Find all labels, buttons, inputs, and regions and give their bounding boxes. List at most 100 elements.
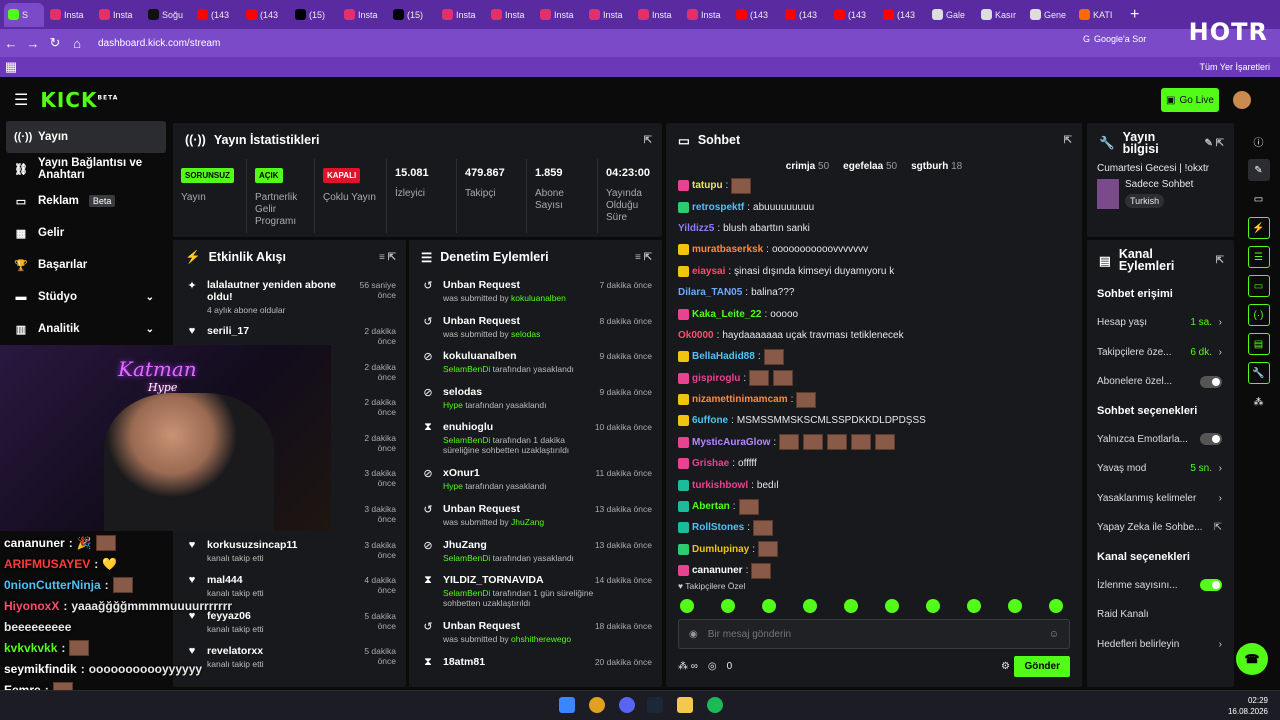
emote-icon[interactable] (1008, 599, 1022, 613)
sidebar-item[interactable]: ⛓ Yayın Bağlantısı ve Anahtarı (0, 153, 172, 185)
chat-username[interactable]: nizamettinimamcam (692, 394, 788, 405)
chat-username[interactable]: tatupu (692, 180, 723, 191)
toggle-switch[interactable] (1200, 579, 1222, 592)
sidebar-item[interactable]: ▦ Gelir (0, 217, 172, 249)
chat-username[interactable]: gispiroglu (692, 373, 740, 384)
toggle-switch[interactable] (1200, 375, 1222, 388)
chat-username[interactable]: Ok0000 (678, 330, 714, 341)
browser-tab[interactable]: Gene (1026, 3, 1073, 27)
chat-username[interactable]: RollStones (692, 522, 744, 533)
chat-username[interactable]: Dumlupinay (692, 544, 749, 555)
sidebar-item[interactable]: 🏆 Başarılar (0, 249, 172, 281)
chat-input-box[interactable]: ◉☺ (678, 619, 1070, 649)
action-item[interactable]: Yapay Zeka ile Sohbe... ⇱ (1087, 513, 1234, 543)
emote-icon[interactable] (844, 599, 858, 613)
folder-icon[interactable] (677, 697, 693, 713)
chat-rail-icon[interactable]: ▭ (1247, 275, 1270, 297)
chat-username[interactable]: BellaHadid88 (692, 351, 755, 362)
action-item[interactable]: Hedefleri belirleyin › (1087, 630, 1234, 660)
broadcast-rail-icon[interactable]: (·) (1247, 304, 1270, 326)
browser-tab[interactable]: KATI (1075, 3, 1122, 27)
emote-icon[interactable] (803, 599, 817, 613)
google-lens-button[interactable]: G Google'a Sor (1083, 34, 1146, 44)
spotify-icon[interactable] (707, 697, 723, 713)
action-item[interactable]: Hesap yaşı 1 sa. › (1087, 308, 1234, 338)
chat-username[interactable]: muratbaserksk (692, 244, 763, 255)
browser-tab[interactable]: (143 (193, 3, 240, 27)
reload-icon[interactable]: ↻ (44, 35, 66, 51)
send-button[interactable]: Gönder (1014, 655, 1070, 677)
bolt-rail-icon[interactable]: ⚡ (1247, 217, 1270, 239)
browser-tab[interactable]: Insta (95, 3, 142, 27)
toggle-switch[interactable] (1200, 433, 1222, 446)
sidebar-item[interactable]: ▬ Stüdyo ⌄ (0, 281, 172, 313)
chat-username[interactable]: eiaysai (692, 266, 725, 277)
chat-username[interactable]: retrospektf (692, 202, 744, 213)
emote-icon[interactable] (926, 599, 940, 613)
discord-icon[interactable] (619, 697, 635, 713)
browser-tab[interactable]: Soğu (144, 3, 191, 27)
apps-icon[interactable]: ▦ (0, 59, 22, 75)
browser-tab[interactable]: (143 (879, 3, 926, 27)
browser-tab[interactable]: Insta (634, 3, 681, 27)
browser-tab[interactable]: Insta (438, 3, 485, 27)
browser-tab[interactable]: Insta (683, 3, 730, 27)
browser-tab[interactable]: (143 (732, 3, 779, 27)
edit-icon[interactable]: ✎ (1247, 159, 1270, 181)
kick-logo[interactable]: KICKBETA (40, 88, 118, 112)
chat-username[interactable]: Dilara_TAN05 (678, 287, 742, 298)
chat-username[interactable]: Yildizz5 (678, 223, 714, 234)
menu-icon[interactable]: ☰ (14, 90, 28, 110)
sidebar-item[interactable]: ▥ Analitik ⌄ (0, 313, 172, 345)
browser-tab[interactable]: (15) (389, 3, 436, 27)
emote-icon[interactable] (1049, 599, 1063, 613)
action-item[interactable]: Abonelere özel... (1087, 367, 1234, 397)
filter-popout-icons[interactable]: ≡ ⇱ (379, 252, 396, 263)
url-field[interactable]: dashboard.kick.com/stream (98, 38, 220, 49)
avatar[interactable] (1233, 91, 1251, 109)
id-card-icon[interactable]: ▭ (1248, 188, 1270, 210)
emote-icon[interactable] (885, 599, 899, 613)
popout-icon[interactable]: ⇱ (1216, 255, 1224, 266)
browser-tab[interactable]: Insta (487, 3, 534, 27)
browser-tab[interactable]: (143 (242, 3, 289, 27)
chat-username[interactable]: 6uffone (692, 415, 728, 426)
browser-tab[interactable]: Insta (585, 3, 632, 27)
browser-tab[interactable]: Gale (928, 3, 975, 27)
briefcase-rail-icon[interactable]: ▤ (1247, 333, 1270, 355)
popout-icon[interactable]: ⇱ (644, 135, 652, 146)
wrench-rail-icon[interactable]: 🔧 (1247, 362, 1270, 384)
list-rail-icon[interactable]: ☰ (1247, 246, 1270, 268)
chat-username[interactable]: Grishae (692, 458, 729, 469)
chat-username[interactable]: MysticAuraGlow (692, 437, 770, 448)
popout-icon[interactable]: ⇱ (1064, 135, 1072, 146)
start-icon[interactable] (559, 697, 575, 713)
all-bookmarks-link[interactable]: Tüm Yer İşaretleri (1199, 62, 1270, 72)
emoji-icon[interactable]: ☺ (1049, 629, 1059, 640)
browser-tab[interactable]: Insta (340, 3, 387, 27)
edit-popout-icons[interactable]: ✎ ⇱ (1204, 138, 1224, 149)
action-item[interactable]: Yasaklanmış kelimeler › (1087, 484, 1234, 514)
back-icon[interactable]: ← (0, 36, 22, 51)
emote-icon[interactable] (721, 599, 735, 613)
chat-username[interactable]: turkishbowl (692, 480, 748, 491)
help-button[interactable]: ☎ (1236, 643, 1268, 675)
chat-username[interactable]: Kaka_Leite_22 (692, 309, 762, 320)
chat-username[interactable]: Abertan (692, 501, 730, 512)
filter-popout-icons[interactable]: ≡ ⇱ (635, 252, 652, 263)
action-item[interactable]: Yalnızca Emotlarla... (1087, 425, 1234, 455)
new-tab-icon[interactable]: + (1130, 6, 1139, 24)
sidebar-item[interactable]: ▭ Reklam Beta (0, 185, 172, 217)
action-item[interactable]: İzlenme sayısını... (1087, 571, 1234, 601)
share-icon[interactable]: ⁂ (1248, 391, 1270, 413)
sidebar-item[interactable]: ((·)) Yayın (6, 121, 166, 153)
browser-tab[interactable]: Insta (536, 3, 583, 27)
browser-tab[interactable]: (143 (781, 3, 828, 27)
settings-icon[interactable]: ⚙ (1001, 661, 1010, 672)
emote-icon[interactable] (967, 599, 981, 613)
emote-icon[interactable] (762, 599, 776, 613)
steam-icon[interactable] (647, 697, 663, 713)
action-item[interactable]: Raid Kanalı (1087, 600, 1234, 630)
browser-tab[interactable]: (143 (830, 3, 877, 27)
chat-username[interactable]: cananuner (692, 565, 743, 576)
